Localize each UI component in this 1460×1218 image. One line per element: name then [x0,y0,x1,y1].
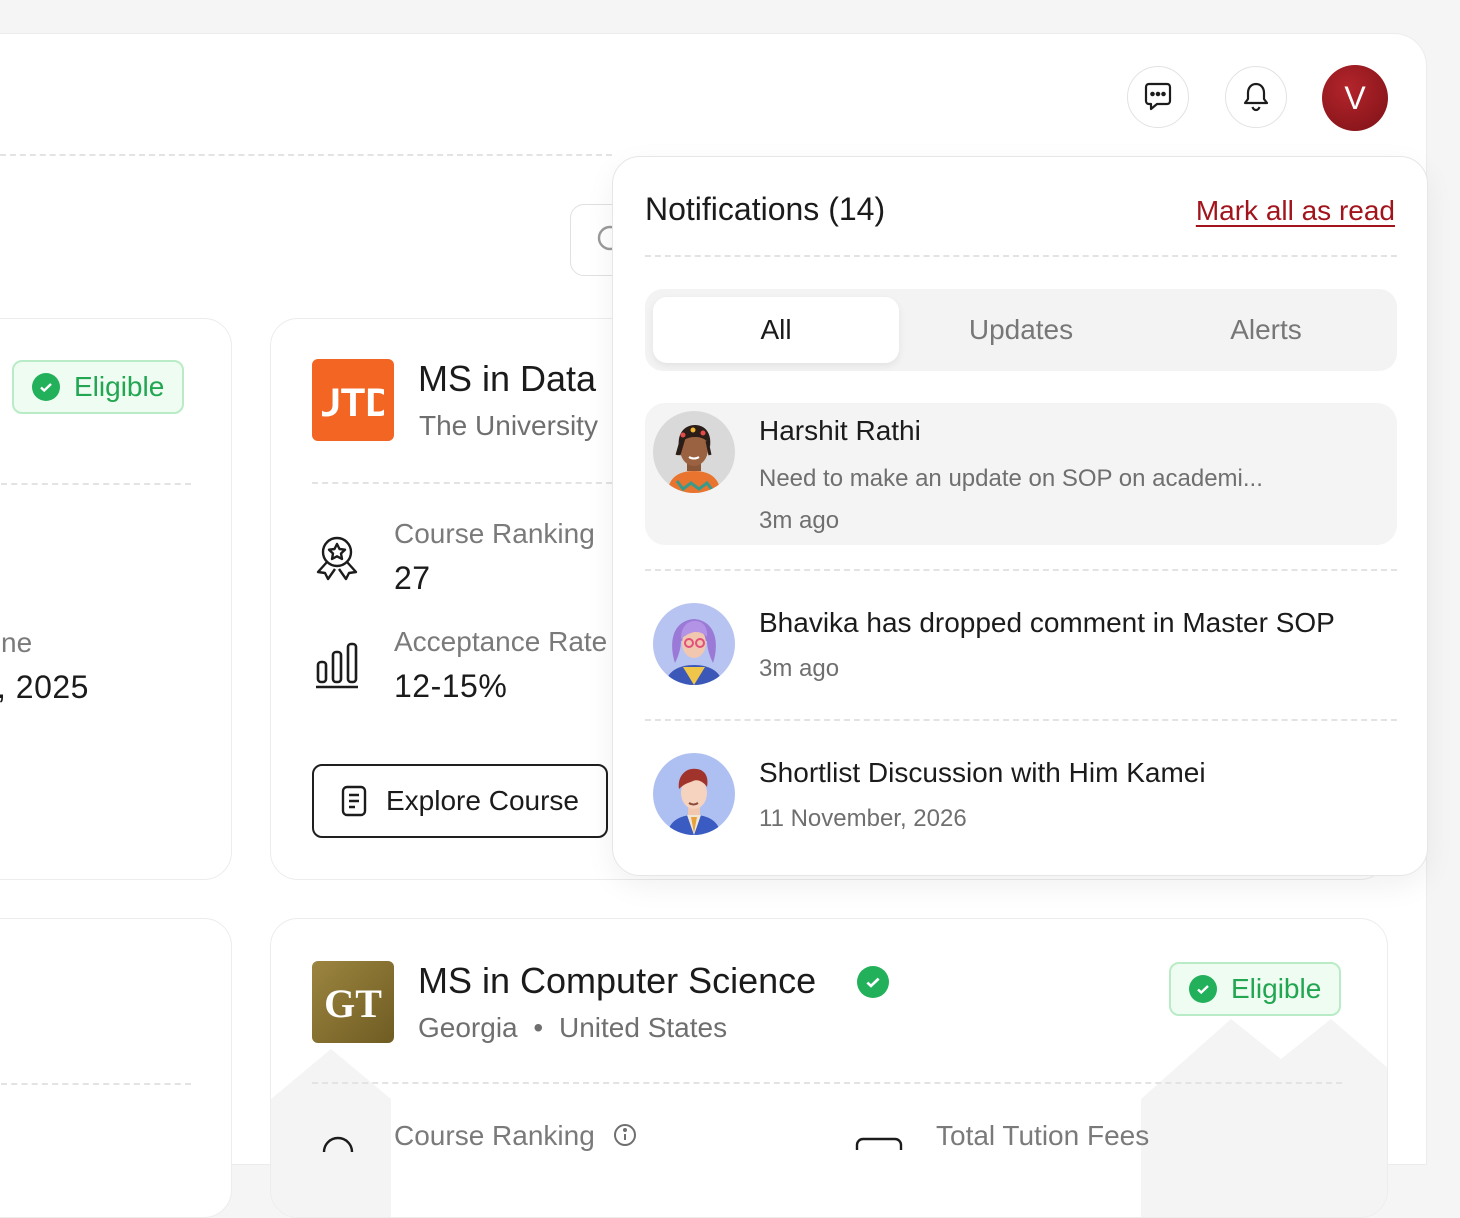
wallet-icon [855,1137,903,1150]
divider [1,483,191,485]
ranking-value: 27 [394,560,431,596]
notification-name: Bhavika has dropped comment in Master SO… [759,607,1335,638]
ranking-label: Course Ranking [394,518,595,549]
notifications-panel: Notifications (14) Mark all as read All … [612,156,1428,876]
notification-message: Need to make an update on SOP on academi… [759,465,1263,492]
notification-item[interactable]: Bhavika has dropped comment in Master SO… [645,603,1397,687]
divider [645,719,1397,721]
bell-icon [1243,82,1269,112]
notification-time: 3m ago [759,507,840,534]
avatar [653,753,735,835]
notification-name: Harshit Rathi [759,415,921,446]
eligible-badge: Eligible [12,360,185,414]
divider [1,1083,191,1085]
ranking-label: Course Ranking [394,1120,595,1151]
chat-bubble-icon [1144,82,1172,111]
avatar [653,411,735,493]
notification-time: 3m ago [759,655,840,682]
check-icon [32,373,60,401]
check-icon [1189,975,1217,1003]
award-icon [316,536,358,581]
info-icon [614,1124,636,1146]
field-value: , 2025 [0,669,89,705]
tab-alerts[interactable]: Alerts [1143,297,1389,363]
notifications-title: Notifications (14) [645,191,886,227]
mark-all-read-link[interactable]: Mark all as read [1196,195,1395,227]
eligible-badge: Eligible [1169,962,1342,1016]
user-avatar[interactable]: V [1322,65,1388,131]
university-name: The University [419,410,598,441]
notification-item[interactable]: Shortlist Discussion with Him Kamei 11 N… [645,753,1397,837]
notification-name: Shortlist Discussion with Him Kamei [759,757,1206,788]
divider [312,1082,1342,1084]
divider [0,154,612,156]
gt-logo-mark: GT [324,981,382,1026]
utd-logo-text: UTD [322,381,384,425]
divider [645,255,1397,257]
acceptance-value: 12-15% [394,668,508,704]
notification-tabs: All Updates Alerts [645,289,1397,371]
utd-logo-mark: UTD [322,381,384,425]
utd-logo: UTD [312,359,394,441]
divider [645,569,1397,571]
course-card-left: Eligible ne , 2025 [0,318,232,880]
divider [312,482,612,484]
course-title: MS in Computer Science [418,960,817,1001]
chat-button[interactable] [1127,66,1189,128]
bar-chart-icon [316,642,358,689]
explore-course-button[interactable]: Explore Course [312,764,608,838]
notifications-button[interactable] [1225,66,1287,128]
notification-time: 11 November, 2026 [759,805,967,832]
avatar [653,603,735,685]
verified-icon [857,966,889,998]
course-location: Georgia • United States [418,1012,728,1043]
tab-all[interactable]: All [653,297,899,363]
document-icon [341,785,367,817]
course-card-left-bottom [0,918,232,1218]
gt-logo-text: GT [324,981,382,1026]
acceptance-label: Acceptance Rate [394,626,608,657]
gt-logo: GT [312,961,394,1043]
notification-item[interactable]: Harshit Rathi Need to make an update on … [645,403,1397,545]
course-title: MS in Data [418,358,597,399]
tab-updates[interactable]: Updates [898,297,1144,363]
fees-label: Total Tution Fees [936,1120,1150,1151]
field-label: ne [1,627,33,658]
award-icon [322,1136,354,1152]
